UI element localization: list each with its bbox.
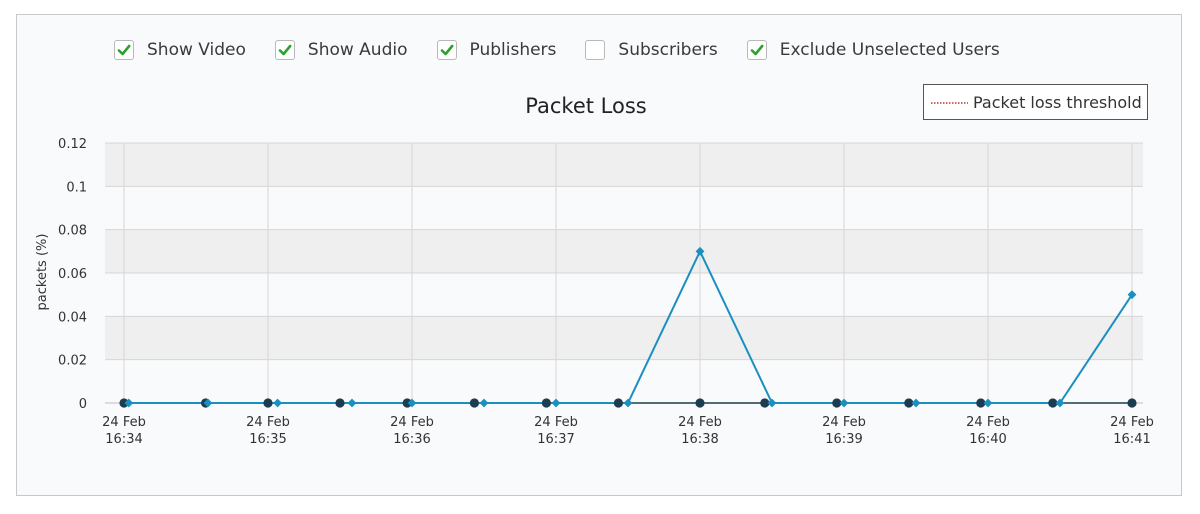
x-tick-date: 24 Feb — [534, 415, 578, 430]
x-tick-date: 24 Feb — [822, 415, 866, 430]
plot-band — [105, 143, 1143, 187]
x-tick-time: 16:34 — [105, 432, 142, 447]
x-tick-time: 16:40 — [969, 432, 1006, 447]
series-a-point — [983, 398, 993, 408]
y-tick-label: 0.12 — [58, 137, 87, 152]
x-tick-time: 16:35 — [249, 432, 286, 447]
series-a-point — [347, 398, 357, 408]
series-b-point — [1127, 398, 1137, 408]
series-a-point — [623, 398, 633, 408]
legend: Packet loss threshold — [923, 84, 1148, 120]
x-tick-date: 24 Feb — [390, 415, 434, 430]
legend-label: Packet loss threshold — [973, 93, 1142, 112]
x-tick-date: 24 Feb — [1110, 415, 1154, 430]
y-tick-label: 0 — [79, 397, 87, 412]
y-tick-label: 0.06 — [58, 267, 87, 282]
plot-band — [105, 316, 1143, 360]
series-a-point — [839, 398, 849, 408]
series-a-point — [911, 398, 921, 408]
x-tick-date: 24 Feb — [678, 415, 722, 430]
series-a-point — [767, 398, 777, 408]
series-a-point — [551, 398, 561, 408]
y-tick-label: 0.08 — [58, 224, 87, 239]
x-tick-time: 16:38 — [681, 432, 718, 447]
y-tick-label: 0.1 — [66, 180, 87, 195]
series-b-point — [541, 398, 552, 408]
series-b-point — [263, 398, 273, 408]
y-axis-label: packets (%) — [35, 234, 50, 311]
series-b-point — [613, 398, 624, 408]
series-b-point — [695, 398, 705, 408]
series-a-point — [479, 398, 489, 408]
chart-title: Packet Loss — [525, 94, 646, 118]
packet-loss-chart: 0 0.02 0.04 0.06 0.08 0.1 0.12 24 Feb 16:34 24 Fe… — [35, 84, 1154, 447]
y-tick-label: 0.04 — [58, 310, 87, 325]
series-b-point — [469, 398, 479, 408]
x-tick-time: 16:41 — [1113, 432, 1150, 447]
x-tick-time: 16:37 — [537, 432, 574, 447]
plot-band — [105, 229, 1143, 273]
x-tick-date: 24 Feb — [102, 415, 146, 430]
y-tick-label: 0.02 — [58, 354, 87, 369]
x-tick-time: 16:36 — [393, 432, 430, 447]
series-b-point — [335, 398, 345, 408]
x-tick-date: 24 Feb — [246, 415, 290, 430]
x-tick-date: 24 Feb — [966, 415, 1010, 430]
series-a-point — [273, 398, 282, 408]
x-tick-time: 16:39 — [825, 432, 862, 447]
